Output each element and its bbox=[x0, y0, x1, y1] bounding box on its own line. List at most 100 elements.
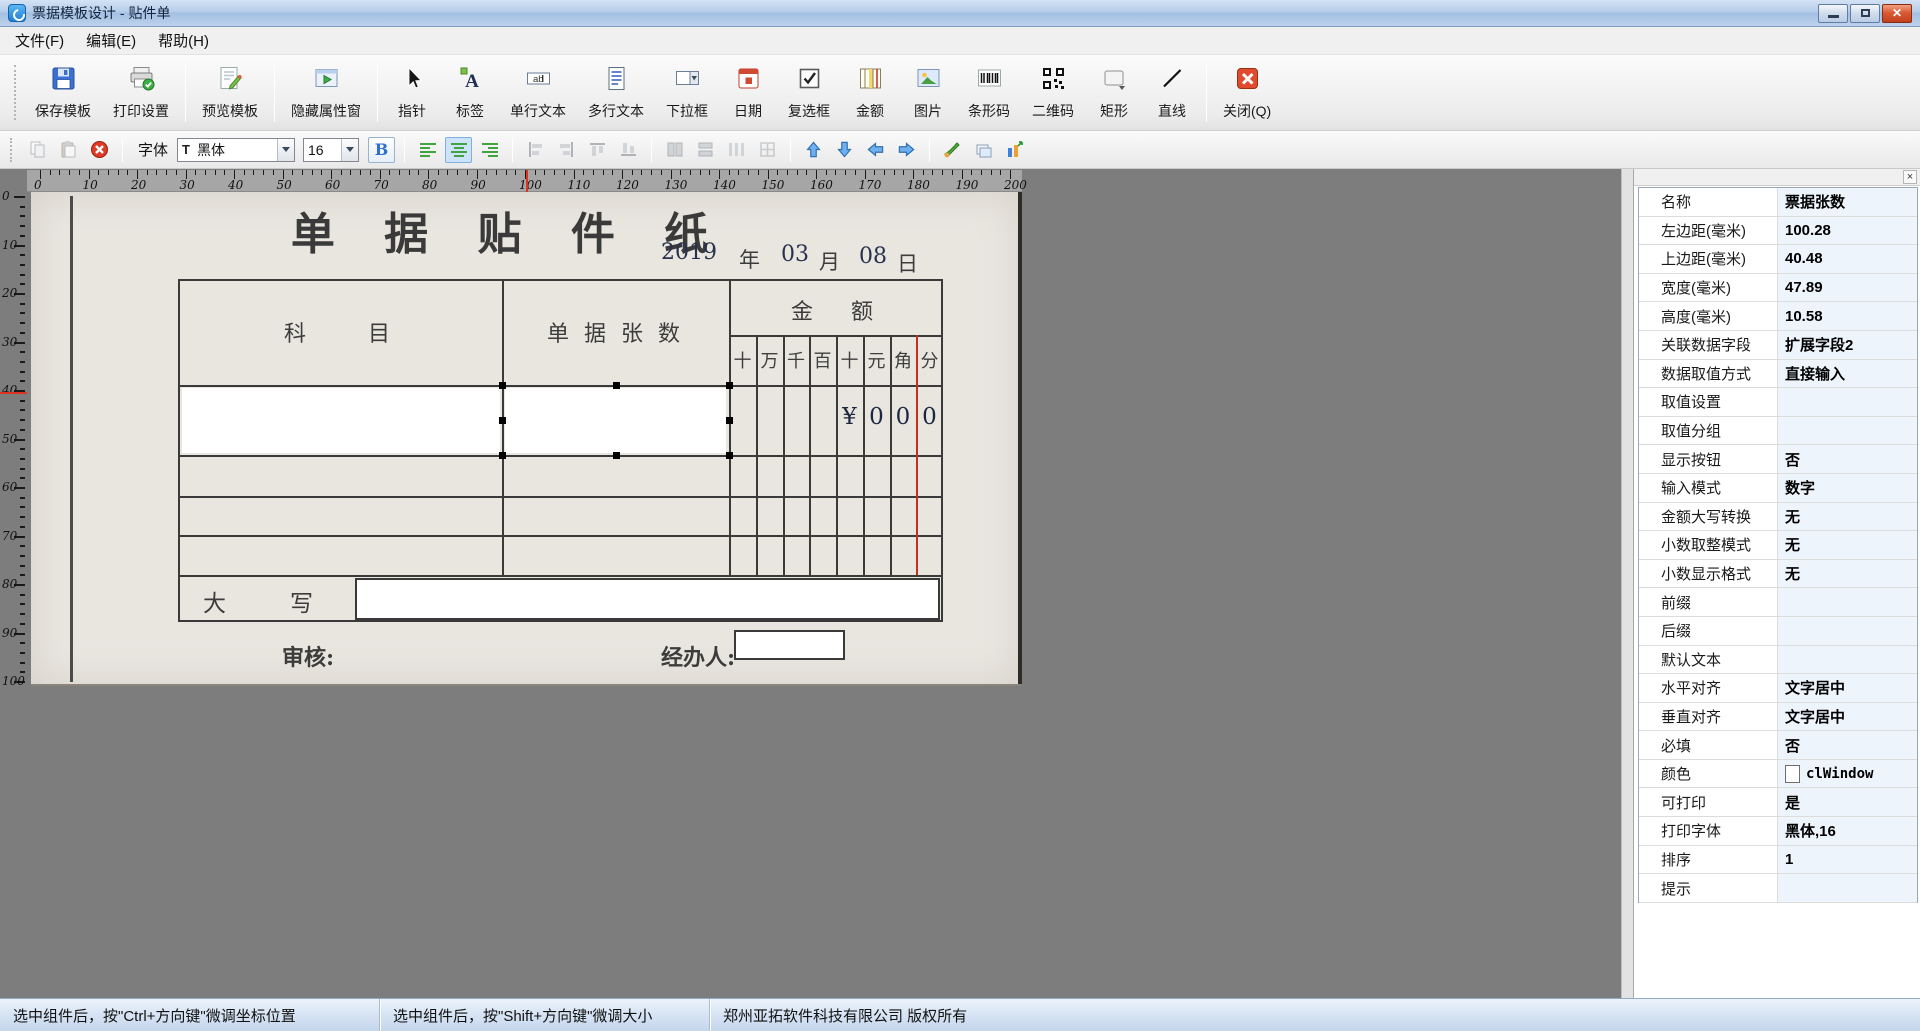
align-lefts-button[interactable] bbox=[522, 137, 549, 163]
amount-value[interactable]: 0 bbox=[890, 404, 917, 430]
property-value[interactable]: 10.58 bbox=[1778, 302, 1917, 330]
preview-template-button[interactable]: 预览模板 bbox=[191, 55, 269, 130]
single-line-text-button[interactable]: ab单行文本 bbox=[499, 55, 577, 130]
selection-handle[interactable] bbox=[726, 417, 733, 424]
minimize-button[interactable] bbox=[1818, 4, 1848, 23]
move-up-button[interactable] bbox=[800, 137, 827, 163]
amount-value[interactable]: 0 bbox=[863, 404, 890, 430]
move-left-button[interactable] bbox=[862, 137, 889, 163]
menu-item-help[interactable]: 帮助(H) bbox=[147, 26, 220, 55]
template-paper[interactable]: 单 据 贴 件 纸 2019 年 03 月 08 日 科 目 单 据 张 数 金… bbox=[31, 192, 1022, 686]
same-width-button[interactable] bbox=[661, 137, 688, 163]
property-value[interactable]: 直接输入 bbox=[1778, 360, 1917, 388]
amount-button[interactable]: 金额 bbox=[841, 55, 899, 130]
font-size-select[interactable]: 16 bbox=[303, 138, 359, 162]
subject-field-component[interactable] bbox=[182, 388, 500, 453]
selection-handle[interactable] bbox=[613, 452, 620, 459]
grid-button[interactable] bbox=[754, 137, 781, 163]
move-right-button[interactable] bbox=[893, 137, 920, 163]
date-year-field[interactable]: 2019 bbox=[661, 240, 717, 265]
property-value[interactable] bbox=[1778, 417, 1917, 445]
property-value[interactable]: 100.28 bbox=[1778, 217, 1917, 245]
date-month-field[interactable]: 03 bbox=[781, 242, 809, 267]
selection-handle[interactable] bbox=[613, 382, 620, 389]
property-value[interactable]: 文字居中 bbox=[1778, 674, 1917, 702]
paste-button[interactable] bbox=[55, 137, 82, 163]
property-value[interactable]: 47.89 bbox=[1778, 274, 1917, 302]
handler-field-component[interactable] bbox=[734, 630, 845, 660]
label-button[interactable]: A标签 bbox=[441, 55, 499, 130]
property-value[interactable]: 是 bbox=[1778, 788, 1917, 816]
layers-button[interactable] bbox=[970, 137, 997, 163]
property-value[interactable]: 票据张数 bbox=[1778, 188, 1917, 216]
align-tops-button[interactable] bbox=[584, 137, 611, 163]
dropdown-button[interactable]: 下拉框 bbox=[655, 55, 719, 130]
multi-line-text-button[interactable]: 多行文本 bbox=[577, 55, 655, 130]
property-value[interactable]: 无 bbox=[1778, 503, 1917, 531]
property-value[interactable]: 无 bbox=[1778, 560, 1917, 588]
property-value[interactable] bbox=[1778, 388, 1917, 416]
date-day-field[interactable]: 08 bbox=[859, 244, 887, 269]
align-left-button[interactable] bbox=[414, 137, 441, 163]
selection-handle[interactable] bbox=[499, 382, 506, 389]
property-value[interactable]: 黑体,16 bbox=[1778, 817, 1917, 845]
property-value[interactable]: 否 bbox=[1778, 445, 1917, 473]
hide-properties-button[interactable]: 隐藏属性窗 bbox=[280, 55, 372, 130]
property-value[interactable]: 无 bbox=[1778, 531, 1917, 559]
panel-close-icon[interactable]: × bbox=[1903, 170, 1917, 184]
align-right-button[interactable] bbox=[476, 137, 503, 163]
property-value[interactable]: 1 bbox=[1778, 846, 1917, 874]
property-value[interactable]: 文字居中 bbox=[1778, 703, 1917, 731]
property-value[interactable]: 数字 bbox=[1778, 474, 1917, 502]
rectangle-button[interactable]: 矩形 bbox=[1085, 55, 1143, 130]
property-value[interactable]: clWindow bbox=[1778, 760, 1917, 788]
property-value[interactable] bbox=[1778, 646, 1917, 674]
amount-value[interactable]: 0 bbox=[916, 404, 943, 430]
checkbox-button[interactable]: 复选框 bbox=[777, 55, 841, 130]
property-value[interactable]: 扩展字段2 bbox=[1778, 331, 1917, 359]
close-app-button[interactable]: 关闭(Q) bbox=[1212, 55, 1282, 130]
selection-handle[interactable] bbox=[499, 417, 506, 424]
same-height-button[interactable] bbox=[692, 137, 719, 163]
qrcode-button[interactable]: 二维码 bbox=[1021, 55, 1085, 130]
property-value[interactable] bbox=[1778, 874, 1917, 902]
align-center-button[interactable] bbox=[445, 137, 472, 163]
copy-button[interactable] bbox=[24, 137, 51, 163]
menu-item-file[interactable]: 文件(F) bbox=[4, 26, 75, 55]
menu-item-edit[interactable]: 编辑(E) bbox=[75, 26, 147, 55]
font-select-dropdown[interactable] bbox=[277, 139, 294, 161]
selection-handle[interactable] bbox=[499, 452, 506, 459]
date-button[interactable]: 日期 bbox=[719, 55, 777, 130]
property-value[interactable] bbox=[1778, 617, 1917, 645]
line-button[interactable]: 直线 bbox=[1143, 55, 1201, 130]
print-settings-button[interactable]: 打印设置 bbox=[102, 55, 180, 130]
format-painter-button[interactable] bbox=[939, 137, 966, 163]
statistics-button[interactable] bbox=[1001, 137, 1028, 163]
space-evenly-button[interactable] bbox=[723, 137, 750, 163]
save-template-button[interactable]: 保存模板 bbox=[24, 55, 102, 130]
panel-splitter[interactable] bbox=[1621, 169, 1633, 998]
property-value[interactable]: 40.48 bbox=[1778, 245, 1917, 273]
move-down-button[interactable] bbox=[831, 137, 858, 163]
image-button[interactable]: 图片 bbox=[899, 55, 957, 130]
property-value[interactable] bbox=[1778, 588, 1917, 616]
barcode-button[interactable]: 条形码 bbox=[957, 55, 1021, 130]
selection-handle[interactable] bbox=[726, 452, 733, 459]
daxie-field-component[interactable] bbox=[355, 578, 940, 620]
font-size-dropdown[interactable] bbox=[341, 139, 358, 161]
image-icon bbox=[915, 65, 942, 96]
delete-button[interactable] bbox=[86, 137, 113, 163]
property-value[interactable]: 否 bbox=[1778, 731, 1917, 759]
font-select[interactable]: T 黑体 bbox=[177, 138, 295, 162]
close-button[interactable]: ✕ bbox=[1882, 4, 1912, 23]
bold-button[interactable]: B bbox=[368, 137, 395, 163]
align-rights-button[interactable] bbox=[553, 137, 580, 163]
pointer-button[interactable]: 指针 bbox=[383, 55, 441, 130]
ticket-count-component-selected[interactable] bbox=[505, 388, 726, 453]
restore-button[interactable] bbox=[1850, 4, 1880, 23]
align-bottoms-button[interactable] bbox=[615, 137, 642, 163]
amount-value[interactable]: ¥ bbox=[836, 404, 863, 430]
design-canvas[interactable]: 0102030405060708090100110120130140150160… bbox=[0, 169, 1621, 998]
selection-handle[interactable] bbox=[726, 382, 733, 389]
column-header-count: 单 据 张 数 bbox=[502, 316, 729, 348]
